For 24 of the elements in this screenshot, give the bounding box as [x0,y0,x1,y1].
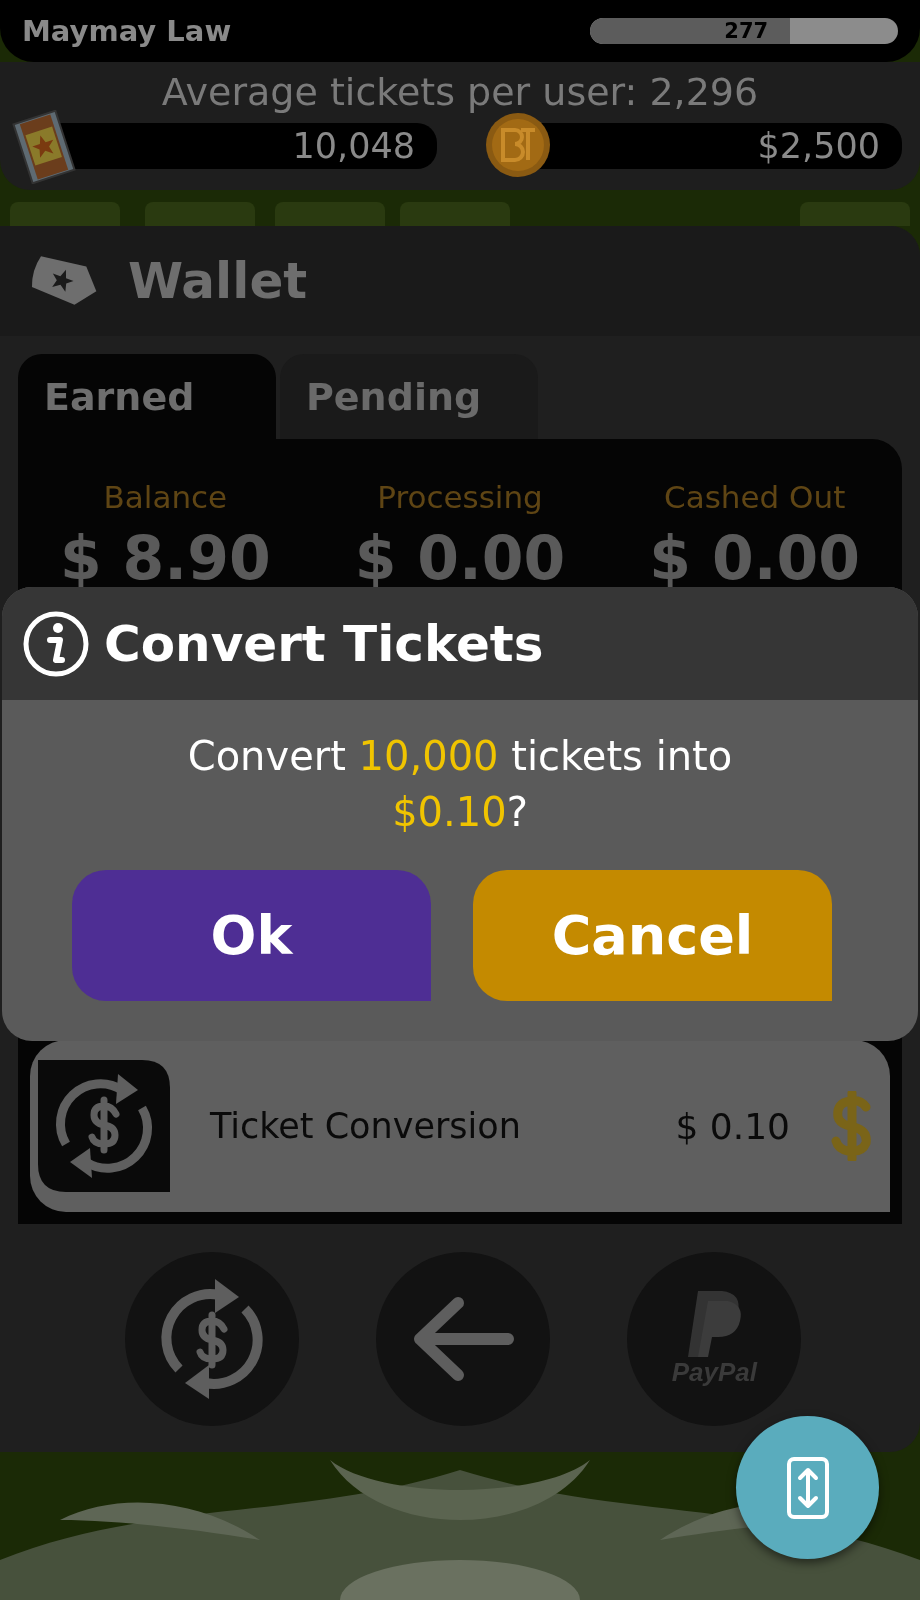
summary-value: $ 8.90 [60,523,271,593]
transaction-item[interactable]: Ticket Conversion $ 0.10 [30,1040,890,1212]
progress-value: 277 [724,19,769,43]
wallet-tab[interactable]: Pending [280,354,538,439]
summary-value: $ 0.00 [649,523,860,593]
wallet-title: Wallet [128,252,308,310]
ok-button[interactable]: Ok [72,870,431,1001]
phone-resize-icon [785,1455,830,1520]
average-tickets-text: Average tickets per user: 2,296 [160,69,760,116]
summary-label: Cashed Out [664,479,846,515]
coin-icon [485,112,551,178]
transaction-amount: $ 0.10 [675,1105,790,1147]
dialog-title: Convert Tickets [104,614,544,673]
wallet-tab[interactable]: Earned [18,354,276,439]
arrow-left-icon [412,1297,514,1381]
summary-label: Balance [103,479,228,515]
cancel-button[interactable]: Cancel [473,870,832,1001]
user-name: Maymay Law [22,14,232,48]
summary-label: Processing [377,479,543,515]
summary-value: $ 0.00 [354,523,566,593]
dialog-message: Convert 10,000 tickets into $0.10? [186,732,734,837]
info-icon [22,609,90,678]
transaction-title: Ticket Conversion [210,1106,522,1146]
currency-exchange-icon [38,1060,170,1192]
